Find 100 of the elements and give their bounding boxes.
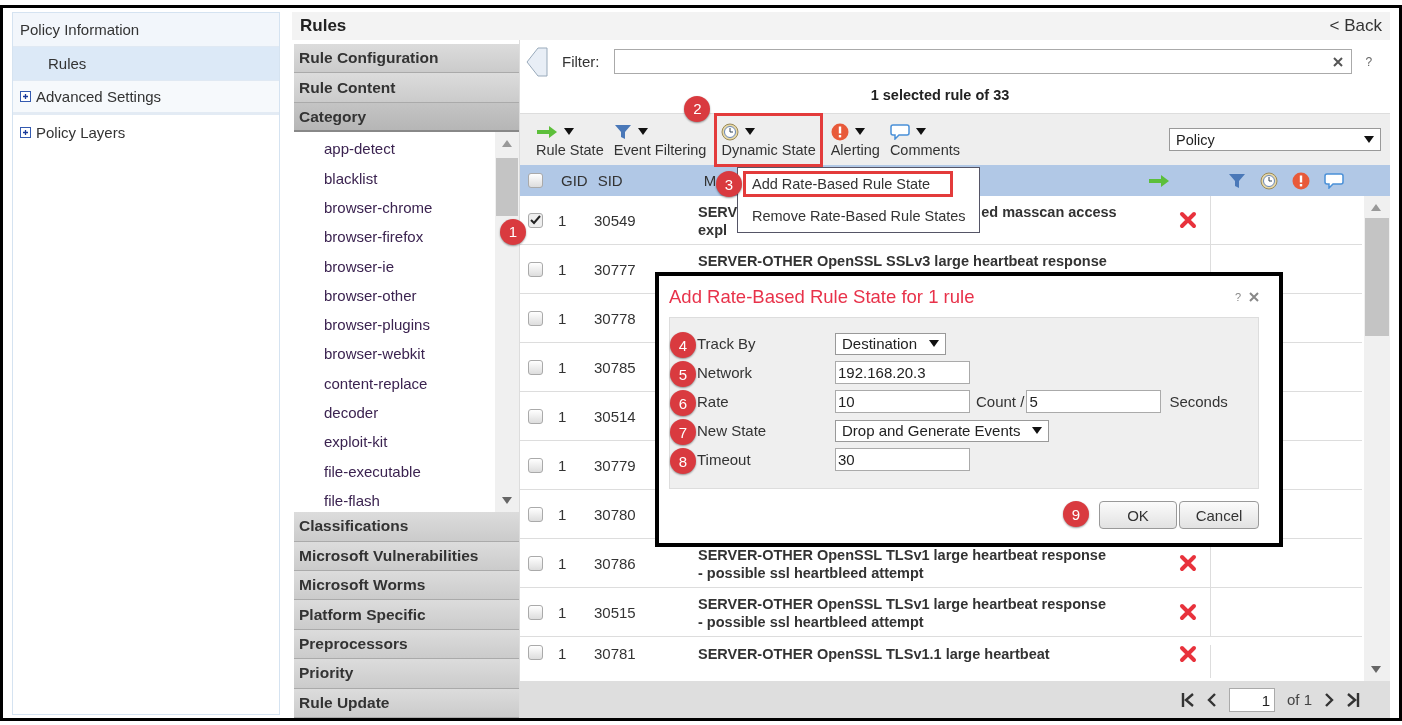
table-cell-text: 1 — [558, 456, 568, 474]
table-cell-text: 30777 — [594, 260, 637, 278]
category-item[interactable]: browser-chrome — [324, 192, 495, 223]
accordion-header[interactable]: Rule Configuration — [294, 44, 519, 74]
scrollbar-thumb[interactable] — [496, 158, 518, 217]
column-header[interactable]: M — [703, 172, 717, 190]
category-item[interactable]: content-replace — [324, 368, 495, 398]
step-number-badge: 2 — [684, 95, 711, 122]
menu-item[interactable]: Remove Rate-Based Rule States — [743, 203, 976, 229]
table-cell-text: 30514 — [594, 407, 637, 425]
category-item[interactable]: exploit-kit — [324, 427, 495, 457]
toolbar-button[interactable]: Comments — [887, 121, 962, 158]
category-item[interactable]: browser-ie — [324, 251, 495, 281]
table-cell-text: 30781 — [594, 645, 637, 663]
dialog-button[interactable]: Cancel — [1179, 501, 1259, 529]
expand-icon — [20, 126, 31, 138]
arrow-icon — [536, 125, 558, 138]
row-checkbox[interactable] — [528, 359, 543, 375]
checkmark-icon — [530, 215, 541, 226]
column-header[interactable]: GID — [561, 172, 588, 190]
caret-icon — [1371, 204, 1381, 212]
input-field[interactable]: 5 — [1026, 390, 1162, 413]
row-checkbox[interactable] — [528, 457, 543, 473]
funnel-icon — [1228, 172, 1246, 189]
input-field[interactable]: 10 — [835, 390, 970, 413]
filter-field[interactable] — [613, 49, 1352, 75]
accordion-header[interactable]: Platform Specific — [294, 600, 519, 630]
arrow-icon — [1148, 174, 1170, 187]
rule-message: SERVER-OTHER OpenSSL TLSv1.1 large heartbeat — [698, 646, 1050, 663]
accordion-header[interactable]: Microsoft Worms — [294, 571, 519, 601]
category-item[interactable]: file-executable — [324, 456, 495, 486]
dialog-button[interactable]: OK — [1099, 501, 1177, 529]
sidebar-item[interactable]: Policy Information — [13, 13, 279, 47]
category-item[interactable]: blacklist — [324, 163, 495, 193]
field-label: Timeout — [697, 451, 751, 468]
table-cell-text: 30778 — [594, 309, 637, 327]
category-item[interactable]: browser-firefox — [324, 222, 495, 252]
accordion-header[interactable]: Category — [294, 102, 519, 133]
category-item[interactable]: browser-other — [324, 280, 495, 311]
row-checkbox[interactable] — [528, 645, 543, 661]
row-checkbox[interactable] — [528, 555, 543, 571]
table-cell-text: 1 — [558, 358, 568, 376]
step-number-badge: 5 — [670, 361, 696, 387]
clock-icon — [1260, 171, 1278, 190]
help-link[interactable]: ? — [1234, 290, 1241, 303]
caret-icon — [502, 497, 512, 505]
accordion-header[interactable]: Classifications — [294, 512, 519, 542]
row-checkbox[interactable] — [528, 604, 543, 620]
first-page-icon — [1180, 691, 1195, 708]
caret-icon — [915, 128, 926, 136]
row-checkbox[interactable] — [528, 261, 543, 277]
page-field[interactable]: 1 — [1228, 687, 1275, 712]
accordion-header[interactable]: Rule Content — [294, 73, 519, 103]
row-checkbox[interactable] — [528, 310, 543, 326]
select-all-checkbox[interactable] — [528, 173, 543, 189]
category-item[interactable]: decoder — [324, 397, 495, 428]
row-checkbox[interactable] — [528, 212, 543, 228]
accordion-header[interactable]: Priority — [294, 659, 519, 689]
rule-message: - possible ssl heartbleed attempt — [698, 614, 924, 631]
row-checkbox[interactable] — [528, 408, 543, 424]
back-link[interactable]: < Back — [1329, 16, 1382, 37]
close-icon — [1249, 291, 1259, 302]
caret-icon — [1032, 427, 1043, 434]
scrollbar-thumb[interactable] — [1365, 218, 1389, 337]
column-header[interactable]: SID — [597, 172, 623, 190]
view-dropdown[interactable]: Policy — [1169, 128, 1381, 152]
dropdown[interactable]: Destination — [835, 332, 947, 355]
previous-page-icon — [1206, 691, 1217, 708]
filter-label: Filter: — [562, 53, 600, 71]
toolbar-button[interactable]: Event Filtering — [611, 121, 709, 158]
table-cell-text: 1 — [558, 211, 568, 229]
toolbar-button[interactable]: Rule State — [534, 121, 606, 158]
scrollbar[interactable] — [495, 132, 519, 513]
category-item[interactable]: app-detect — [324, 134, 495, 164]
caret-icon — [1371, 666, 1381, 673]
accordion-header[interactable]: Rule Update — [294, 688, 519, 718]
row-checkbox[interactable] — [528, 506, 543, 522]
table-cell-text: 1 — [558, 505, 568, 523]
sidebar-item[interactable]: Rules — [13, 47, 279, 81]
category-item[interactable]: browser-plugins — [324, 310, 495, 340]
input-field[interactable]: 192.168.20.3 — [835, 361, 970, 384]
caret-icon — [502, 140, 512, 148]
accordion-header[interactable]: Preprocessors — [294, 629, 519, 660]
toolbar-button[interactable]: Alerting — [828, 121, 882, 158]
category-item[interactable]: browser-webkit — [324, 339, 495, 369]
table-cell-text: 30779 — [594, 456, 637, 474]
scrollbar[interactable] — [1364, 196, 1390, 681]
accordion-header[interactable]: Microsoft Vulnerabilities — [294, 541, 519, 572]
menu-item[interactable]: Add Rate-Based Rule State — [743, 171, 953, 197]
dropdown[interactable]: Drop and Generate Events — [835, 419, 1050, 442]
input-field[interactable]: 30 — [835, 448, 970, 471]
page-title: Rules — [300, 16, 347, 37]
alert-icon — [1292, 171, 1310, 190]
table-cell-text: 1 — [558, 407, 568, 425]
sidebar-item[interactable]: Advanced Settings — [13, 81, 279, 115]
expand-icon — [20, 91, 31, 102]
comment-icon — [1324, 172, 1344, 189]
step-number-badge: 6 — [670, 390, 696, 416]
help-link[interactable]: ? — [1365, 54, 1373, 69]
table-cell-text: 1 — [558, 603, 568, 621]
